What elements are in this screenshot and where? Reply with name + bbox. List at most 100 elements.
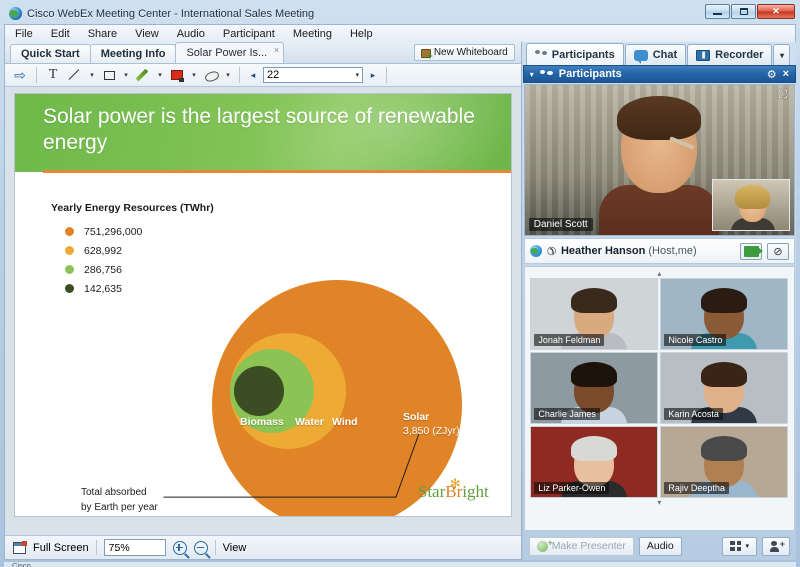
- self-view-thumbnail[interactable]: [712, 179, 790, 231]
- active-speaker-video[interactable]: ⛶ Daniel Scott: [523, 84, 795, 236]
- zoom-level-input[interactable]: 75%: [103, 539, 166, 556]
- participant-thumbnail[interactable]: Jonah Feldman: [530, 278, 659, 350]
- slide-title-banner: Solar power is the largest source of ren…: [15, 94, 511, 172]
- thumbnail-hair: [701, 436, 748, 461]
- participant-thumbnail[interactable]: Karin Acosta: [660, 352, 789, 424]
- panel-tab-more-button[interactable]: ▾: [773, 44, 791, 65]
- chart-annotation-line2: by Earth per year: [81, 502, 158, 513]
- legend-swatch-water: [65, 265, 74, 274]
- toolbar-divider-3: [386, 67, 387, 83]
- thumbnail-hair: [701, 288, 748, 313]
- host-name-text: Heather Hanson: [560, 245, 646, 257]
- participant-thumbnail[interactable]: Charlie James: [530, 352, 659, 424]
- close-icon[interactable]: ×: [274, 45, 279, 55]
- document-tab-bar: Quick Start Meeting Info Solar Power Is.…: [5, 42, 521, 64]
- line-tool-button[interactable]: [66, 66, 84, 84]
- collapse-chevron-icon[interactable]: ▾: [530, 70, 534, 79]
- webex-logo-icon: [9, 7, 22, 20]
- eraser-tool-button[interactable]: [202, 66, 220, 84]
- menu-item-edit[interactable]: Edit: [51, 28, 70, 40]
- zoom-in-icon[interactable]: [172, 540, 187, 555]
- menu-item-share[interactable]: Share: [88, 28, 117, 40]
- tab-meeting-info[interactable]: Meeting Info: [89, 44, 177, 63]
- host-name: Heather Hanson (Host,me): [561, 245, 735, 257]
- rectangle-tool-caret-icon[interactable]: ▾: [122, 71, 130, 79]
- active-speaker-name: Daniel Scott: [528, 218, 593, 231]
- next-page-button[interactable]: ▸: [367, 70, 379, 81]
- main-body: Quick Start Meeting Info Solar Power Is.…: [4, 42, 796, 560]
- rectangle-icon: [103, 70, 115, 80]
- scroll-up-icon[interactable]: ▴: [657, 269, 661, 278]
- panel-tab-participants-label: Participants: [551, 48, 615, 61]
- line-tool-caret-icon[interactable]: ▾: [88, 71, 96, 79]
- panel-tab-recorder[interactable]: ||| Recorder: [687, 44, 773, 65]
- participant-thumbnail-grid: Jonah Feldman Nicole Castro Charlie Jame…: [526, 278, 792, 498]
- expand-video-icon[interactable]: ⛶: [777, 89, 789, 101]
- panel-tab-chat[interactable]: Chat: [624, 44, 687, 65]
- mute-button[interactable]: ⊘: [767, 242, 789, 260]
- menu-item-help[interactable]: Help: [350, 28, 373, 40]
- scroll-down-icon[interactable]: ▾: [657, 498, 661, 507]
- chevron-down-icon[interactable]: ▾: [355, 71, 359, 79]
- new-whiteboard-button[interactable]: New Whiteboard: [413, 44, 515, 61]
- maximize-button[interactable]: [731, 4, 756, 19]
- slide-viewport[interactable]: Solar power is the largest source of ren…: [5, 87, 521, 535]
- toggle-video-button[interactable]: [740, 242, 763, 260]
- participant-thumbnail[interactable]: Rajiv Deeptha: [660, 426, 789, 498]
- menu-bar: File Edit Share View Audio Participant M…: [4, 24, 796, 42]
- participant-thumbnail[interactable]: Nicole Castro: [660, 278, 789, 350]
- fill-color-tool-button[interactable]: [168, 66, 186, 84]
- participant-name: Rajiv Deeptha: [664, 482, 729, 494]
- audio-button[interactable]: Audio: [638, 536, 682, 556]
- view-button[interactable]: View: [223, 542, 247, 554]
- host-participant-row[interactable]: ✆ Heather Hanson (Host,me) ⊘: [523, 238, 795, 264]
- self-view-hair: [735, 185, 770, 209]
- title-bar: Cisco WebEx Meeting Center - Internation…: [3, 3, 797, 24]
- fullscreen-icon[interactable]: [13, 540, 27, 554]
- panel-tab-participants[interactable]: Participants: [525, 43, 624, 65]
- eraser-caret-icon[interactable]: ▾: [224, 71, 232, 79]
- participants-panel-title: Participants: [558, 68, 622, 80]
- fill-color-caret-icon[interactable]: ▾: [190, 71, 198, 79]
- participant-thumbnail-list[interactable]: ▴ Jonah Feldman Nicole Castro Charlie Ja…: [523, 266, 795, 531]
- legend-value-wind: 628,992: [84, 244, 122, 257]
- tab-quick-start[interactable]: Quick Start: [10, 44, 91, 63]
- text-tool-button[interactable]: T: [44, 66, 62, 84]
- slide-canvas[interactable]: Solar power is the largest source of ren…: [14, 93, 512, 517]
- side-panel: Participants Chat ||| Recorder ▾ ▾ Parti…: [522, 42, 796, 560]
- page-number-value: 22: [267, 69, 280, 81]
- participant-thumbnail[interactable]: Liz Parker-Owen: [530, 426, 659, 498]
- fullscreen-label[interactable]: Full Screen: [33, 542, 89, 554]
- bubble-label-solar: Solar 3,850 (ZJyr): [403, 410, 460, 438]
- menu-item-audio[interactable]: Audio: [177, 28, 205, 40]
- minimize-button[interactable]: [705, 4, 730, 19]
- make-presenter-button[interactable]: Make Presenter: [528, 536, 634, 556]
- pointer-tool-button[interactable]: ⇨: [11, 66, 29, 84]
- annotation-toolbar: ⇨ T ▾ ▾ ▾ ▾ ▾ ◂ 22 ▾ ▸: [5, 64, 521, 87]
- participant-name: Nicole Castro: [664, 334, 727, 346]
- layout-options-button[interactable]: ▾: [722, 536, 757, 556]
- menu-item-meeting[interactable]: Meeting: [293, 28, 332, 40]
- window-title: Cisco WebEx Meeting Center - Internation…: [27, 7, 315, 20]
- menu-item-file[interactable]: File: [15, 28, 33, 40]
- close-icon[interactable]: ×: [783, 68, 789, 80]
- menu-item-view[interactable]: View: [135, 28, 159, 40]
- zoom-out-icon[interactable]: [193, 540, 208, 555]
- legend-swatch-wind: [65, 246, 74, 255]
- starburst-icon: ✻: [449, 476, 461, 491]
- legend-swatch-solar: [65, 227, 74, 236]
- page-number-combobox[interactable]: 22 ▾: [263, 67, 363, 83]
- rectangle-tool-button[interactable]: [100, 66, 118, 84]
- menu-item-participant[interactable]: Participant: [223, 28, 275, 40]
- previous-page-button[interactable]: ◂: [247, 70, 259, 81]
- tab-solar-power[interactable]: Solar Power Is... ×: [175, 42, 285, 63]
- zoom-level-value: 75%: [108, 541, 130, 554]
- highlighter-tool-caret-icon[interactable]: ▾: [156, 71, 164, 79]
- chevron-down-icon: ▾: [745, 543, 749, 550]
- invite-participant-button[interactable]: +: [762, 536, 790, 556]
- participant-name: Karin Acosta: [664, 408, 723, 420]
- gear-icon[interactable]: ⚙: [767, 68, 777, 81]
- close-window-button[interactable]: ✕: [757, 4, 795, 19]
- zoombar-divider-2: [214, 540, 216, 555]
- highlighter-tool-button[interactable]: [134, 66, 152, 84]
